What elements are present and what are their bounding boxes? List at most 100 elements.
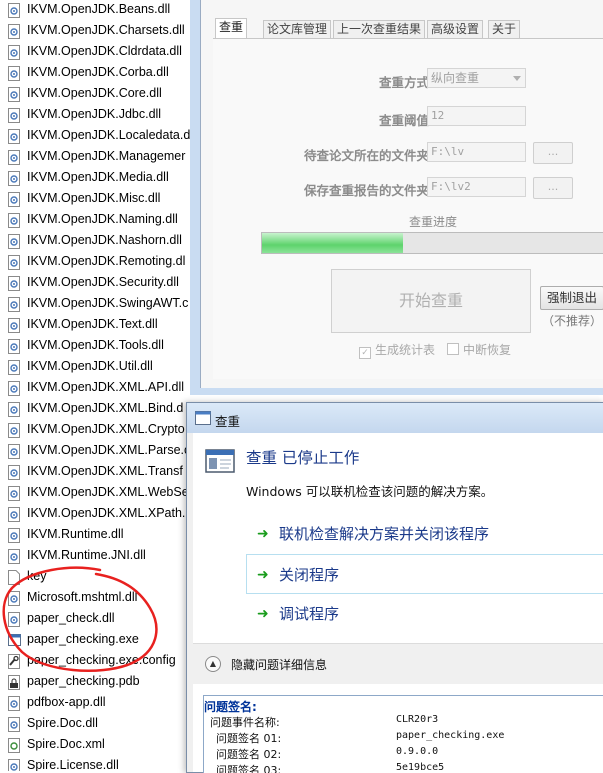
file-name: IKVM.OpenJDK.XML.Crypto [27, 422, 185, 436]
start-check-button[interactable]: 开始查重 [331, 269, 531, 333]
file-item[interactable]: IKVM.OpenJDK.Security.dll [6, 273, 190, 294]
output-folder-browse-button[interactable]: ... [533, 177, 573, 199]
threshold-input[interactable]: 12 [427, 106, 526, 126]
file-item[interactable]: IKVM.OpenJDK.Corba.dll [6, 63, 190, 84]
file-item[interactable]: IKVM.OpenJDK.Util.dll [6, 357, 190, 378]
dll-icon [8, 108, 20, 123]
force-exit-button[interactable]: 强制退出 [540, 286, 603, 310]
file-item[interactable]: IKVM.Runtime.JNI.dll [6, 546, 190, 567]
file-item[interactable]: IKVM.OpenJDK.XML.Bind.d [6, 399, 190, 420]
option-label: 联机检查解决方案并关闭该程序 [279, 525, 490, 543]
file-item[interactable]: IKVM.OpenJDK.Localedata.d [6, 126, 190, 147]
file-item[interactable]: IKVM.OpenJDK.Media.dll [6, 168, 190, 189]
file-name: IKVM.OpenJDK.XML.Bind.d [27, 401, 184, 415]
option-label: 关闭程序 [279, 566, 340, 584]
gen-stats-checkbox[interactable]: ✓ 生成统计表 [359, 341, 435, 359]
dialog-title: 查重 [215, 414, 241, 429]
file-item[interactable]: IKVM.OpenJDK.Misc.dll [6, 189, 190, 210]
file-item[interactable]: IKVM.OpenJDK.Jdbc.dll [6, 105, 190, 126]
file-item[interactable]: IKVM.OpenJDK.XML.Transf [6, 462, 190, 483]
dll-icon [8, 234, 20, 249]
file-item[interactable]: IKVM.OpenJDK.Naming.dll [6, 210, 190, 231]
tab-about[interactable]: 关于 [488, 20, 521, 38]
dll-icon [8, 444, 20, 459]
file-name: IKVM.OpenJDK.Managemer [27, 149, 186, 163]
error-dialog: 查重 查重 已停止工作 Windows 可以联机检查该问题的解决方案。 ➜ 联机… [186, 402, 603, 773]
dll-icon [8, 717, 20, 732]
file-name: Microsoft.mshtml.dll [27, 590, 138, 604]
file-item[interactable]: key [6, 567, 190, 588]
file-item[interactable]: IKVM.OpenJDK.Remoting.dl [6, 252, 190, 273]
mode-value: 纵向查重 [431, 71, 480, 85]
file-item[interactable]: IKVM.OpenJDK.Beans.dll [6, 0, 190, 21]
input-folder-field[interactable]: F:\lv [427, 142, 526, 162]
tab-strip: 查重 论文库管理 上一次查重结果 高级设置 关于 [215, 18, 603, 39]
problem-details: 问题签名: 问题事件名称: CLR20r3 问题签名 01: paper_che… [203, 695, 603, 773]
file-name: IKVM.OpenJDK.Core.dll [27, 86, 162, 100]
file-item[interactable]: IKVM.OpenJDK.Nashorn.dll [6, 231, 190, 252]
exe-icon [8, 634, 21, 646]
tab-advanced[interactable]: 高级设置 [427, 20, 484, 38]
chevron-up-icon[interactable]: ▲ [205, 656, 221, 672]
app-client-area: 查重 论文库管理 上一次查重结果 高级设置 关于 查重方式 纵向查重 查重阈值 … [200, 0, 603, 388]
tab-check[interactable]: 查重 [215, 18, 248, 39]
file-item[interactable]: IKVM.OpenJDK.SwingAWT.c [6, 294, 190, 315]
file-item[interactable]: IKVM.OpenJDK.Managemer [6, 147, 190, 168]
file-item[interactable]: paper_checking.exe.config [6, 651, 190, 672]
option-close-program[interactable]: ➜ 关闭程序 [246, 554, 603, 594]
file-item[interactable]: IKVM.OpenJDK.Charsets.dll [6, 21, 190, 42]
file-name: Spire.License.dll [27, 758, 119, 771]
app-window: 查重 论文库管理 上一次查重结果 高级设置 关于 查重方式 纵向查重 查重阈值 … [190, 0, 603, 395]
input-folder-browse-button[interactable]: ... [533, 142, 573, 164]
dialog-body: 查重 已停止工作 Windows 可以联机检查该问题的解决方案。 ➜ 联机检查解… [193, 433, 603, 773]
dialog-titlebar[interactable]: 查重 [187, 403, 603, 433]
output-folder-field[interactable]: F:\lv2 [427, 177, 526, 197]
option-check-online[interactable]: ➜ 联机检查解决方案并关闭该程序 [247, 514, 603, 552]
file-item[interactable]: pdfbox-app.dll [6, 693, 190, 714]
option-label: 调试程序 [279, 605, 340, 623]
config-icon [8, 654, 20, 669]
dll-icon [8, 549, 20, 564]
option-debug-program[interactable]: ➜ 调试程序 [247, 594, 603, 632]
file-item[interactable]: IKVM.OpenJDK.Tools.dll [6, 336, 190, 357]
tab-last-result[interactable]: 上一次查重结果 [333, 20, 426, 38]
output-folder-label: 保存查重报告的文件夹 [303, 183, 429, 198]
file-item[interactable]: IKVM.OpenJDK.Core.dll [6, 84, 190, 105]
file-item[interactable]: IKVM.OpenJDK.XML.API.dll [6, 378, 190, 399]
gen-stats-label: 生成统计表 [375, 343, 436, 357]
pdb-icon [8, 675, 20, 690]
mode-dropdown[interactable]: 纵向查重 [427, 68, 526, 88]
file-item[interactable]: Spire.Doc.xml [6, 735, 190, 756]
file-item[interactable]: paper_checking.exe [6, 630, 190, 651]
file-item[interactable]: paper_check.dll [6, 609, 190, 630]
dll-icon [8, 360, 20, 375]
file-item[interactable]: Spire.License.dll [6, 756, 190, 771]
file-item[interactable]: IKVM.Runtime.dll [6, 525, 190, 546]
file-item[interactable]: IKVM.OpenJDK.XML.XPath. [6, 504, 190, 525]
file-item[interactable]: IKVM.OpenJDK.XML.Parse.c [6, 441, 190, 462]
tab-library[interactable]: 论文库管理 [263, 20, 332, 38]
blank-file-icon [8, 570, 20, 585]
checkbox-icon: ✓ [359, 347, 371, 359]
dll-icon [8, 318, 20, 333]
file-name: IKVM.OpenJDK.Cldrdata.dll [27, 44, 182, 58]
file-item[interactable]: Spire.Doc.dll [6, 714, 190, 735]
signature-key: 问题事件名称: [210, 716, 280, 729]
file-item[interactable]: IKVM.OpenJDK.Text.dll [6, 315, 190, 336]
file-name: IKVM.OpenJDK.Text.dll [27, 317, 158, 331]
resume-checkbox[interactable]: 中断恢复 [447, 341, 511, 358]
file-name: IKVM.OpenJDK.Nashorn.dll [27, 233, 182, 247]
dll-icon [8, 696, 20, 711]
details-bar: ▲ 隐藏问题详细信息 [193, 643, 603, 684]
signature-value: paper_checking.exe [396, 730, 505, 741]
file-item[interactable]: paper_checking.pdb [6, 672, 190, 693]
file-item[interactable]: IKVM.OpenJDK.XML.WebSe [6, 483, 190, 504]
details-toggle-label[interactable]: 隐藏问题详细信息 [231, 656, 327, 673]
dll-icon [8, 381, 20, 396]
dll-icon [8, 192, 20, 207]
file-item[interactable]: IKVM.OpenJDK.XML.Crypto [6, 420, 190, 441]
dll-icon [8, 465, 20, 480]
file-item[interactable]: IKVM.OpenJDK.Cldrdata.dll [6, 42, 190, 63]
file-item[interactable]: Microsoft.mshtml.dll [6, 588, 190, 609]
dll-icon [8, 255, 20, 270]
